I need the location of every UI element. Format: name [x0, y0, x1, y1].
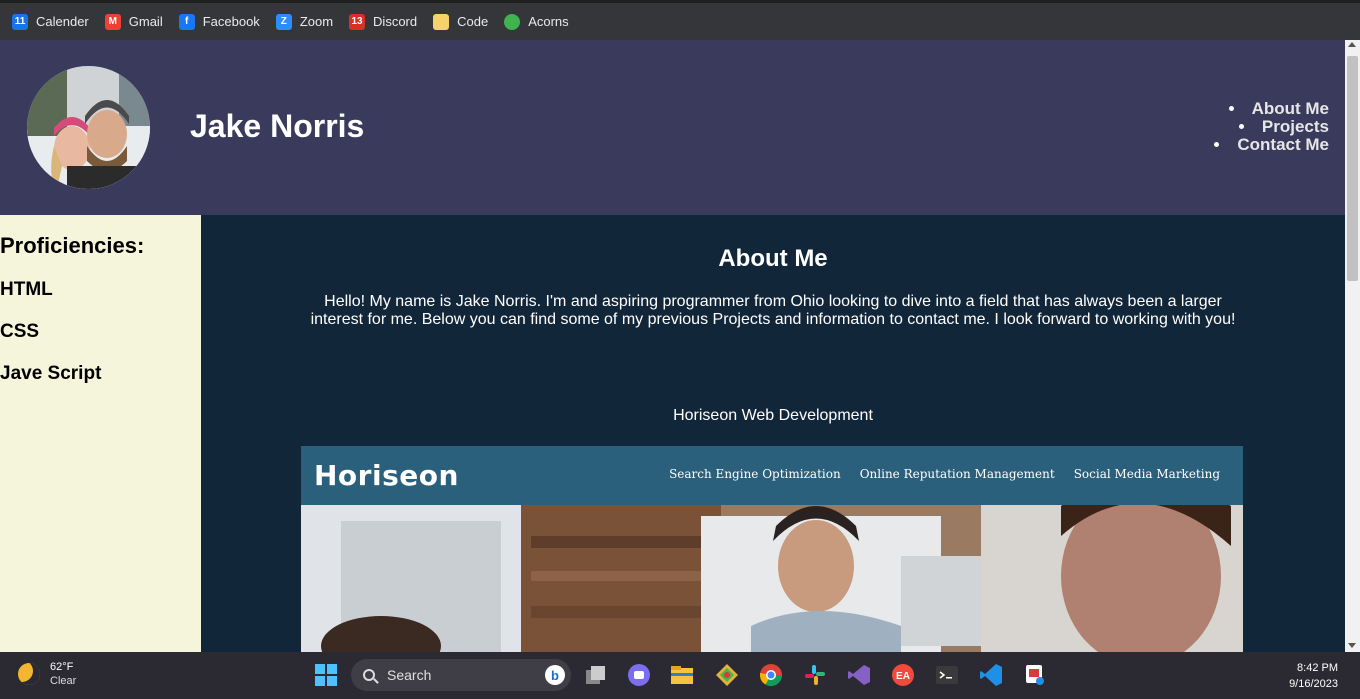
- project-screenshot-nav: Search Engine Optimization Online Reputa…: [669, 467, 1220, 481]
- bookmark-label: Facebook: [202, 14, 260, 29]
- horiseon-logo: Horiseon: [314, 459, 459, 492]
- sidebar-item-html: HTML: [0, 279, 53, 300]
- weather-widget[interactable]: 62°F Clear: [18, 660, 76, 688]
- bookmarks-bar: 11 Calender M Gmail f Facebook Z Zoom 13 Discord C…: [0, 0, 1360, 40]
- nav-link-projects[interactable]: Projects: [1262, 117, 1329, 136]
- windows-start-icon[interactable]: [314, 663, 338, 687]
- app-diamond-icon[interactable]: [715, 663, 739, 687]
- bookmark-discord[interactable]: 13 Discord: [349, 13, 418, 30]
- project-title: Horiseon Web Development: [673, 407, 873, 424]
- nav-item-about[interactable]: About Me: [1214, 100, 1329, 118]
- slack-icon[interactable]: [803, 663, 827, 687]
- nav-item-projects[interactable]: Projects: [1214, 118, 1329, 136]
- bookmark-calender[interactable]: 11 Calender: [12, 13, 89, 30]
- bookmark-code[interactable]: Code: [433, 13, 489, 30]
- search-icon: [363, 669, 375, 681]
- bookmark-acorns[interactable]: Acorns: [504, 13, 569, 30]
- scroll-down-icon[interactable]: [1348, 643, 1356, 648]
- bookmark-label: Code: [457, 14, 489, 29]
- bookmark-label: Acorns: [528, 14, 569, 29]
- page-viewport: Jake Norris About Me Projects Contact Me…: [0, 40, 1345, 652]
- taskbar-search[interactable]: Search b: [351, 659, 571, 691]
- zoom-icon: Z: [275, 13, 292, 30]
- screenshot-nav-orm: Online Reputation Management: [859, 467, 1055, 481]
- bookmark-label: Calender: [36, 14, 89, 29]
- taskbar: 62°F Clear Search b EA 8:42 PM 9/16/2023: [0, 652, 1360, 699]
- about-heading: About Me: [718, 245, 828, 272]
- facebook-icon: f: [178, 13, 195, 30]
- project-screenshot[interactable]: Horiseon Search Engine Optimization Onli…: [301, 446, 1243, 652]
- sidebar-item-css: CSS: [0, 321, 40, 342]
- screenshot-nav-seo: Search Engine Optimization: [669, 467, 841, 481]
- svg-text:EA: EA: [896, 671, 910, 682]
- nav-link-contact[interactable]: Contact Me: [1237, 135, 1329, 154]
- moon-icon: [18, 663, 40, 685]
- nav-link-about[interactable]: About Me: [1252, 99, 1329, 118]
- profile-photo: [27, 66, 150, 189]
- system-clock[interactable]: 8:42 PM 9/16/2023: [1289, 660, 1338, 692]
- weather-desc: Clear: [50, 675, 77, 687]
- visual-studio-icon[interactable]: [847, 663, 871, 687]
- nav-item-contact[interactable]: Contact Me: [1214, 136, 1329, 154]
- bookmark-facebook[interactable]: f Facebook: [178, 13, 260, 30]
- calendar-icon: 11: [12, 13, 28, 30]
- clock-date: 9/16/2023: [1289, 678, 1338, 690]
- bookmark-label: Discord: [373, 14, 418, 29]
- main-content: About Me Hello! My name is Jake Norris. …: [201, 215, 1345, 652]
- sidebar-title: Proficiencies:: [0, 233, 145, 258]
- project-screenshot-header: Horiseon Search Engine Optimization Onli…: [301, 446, 1243, 505]
- discord-icon: 13: [349, 13, 366, 30]
- bookmark-gmail[interactable]: M Gmail: [104, 13, 163, 30]
- snipping-tool-icon[interactable]: [1023, 663, 1047, 687]
- clock-time: 8:42 PM: [1297, 662, 1338, 674]
- weather-temp: 62°F: [50, 661, 74, 673]
- vertical-scrollbar[interactable]: [1345, 40, 1360, 652]
- scroll-up-icon[interactable]: [1348, 42, 1356, 47]
- folder-icon: [433, 13, 450, 30]
- file-explorer-icon[interactable]: [670, 663, 694, 687]
- site-header: Jake Norris About Me Projects Contact Me: [0, 40, 1345, 215]
- teams-chat-icon[interactable]: [627, 663, 651, 687]
- site-title: Jake Norris: [190, 108, 365, 144]
- terminal-icon[interactable]: [935, 663, 959, 687]
- bookmark-zoom[interactable]: Z Zoom: [275, 13, 334, 30]
- vscode-icon[interactable]: [979, 663, 1003, 687]
- sidebar-item-javascript: Jave Script: [0, 363, 102, 384]
- acorns-icon: [504, 13, 521, 30]
- gmail-icon: M: [104, 13, 121, 30]
- search-placeholder: Search: [387, 667, 432, 683]
- bookmark-label: Gmail: [128, 14, 163, 29]
- ea-app-icon[interactable]: EA: [891, 663, 915, 687]
- bing-icon[interactable]: b: [545, 665, 565, 685]
- proficiencies-sidebar: Proficiencies: HTML CSS Jave Script: [0, 215, 201, 652]
- about-text: Hello! My name is Jake Norris. I'm and a…: [310, 293, 1236, 328]
- scrollbar-thumb[interactable]: [1347, 56, 1358, 281]
- chrome-icon[interactable]: [759, 663, 783, 687]
- bookmark-label: Zoom: [299, 14, 334, 29]
- task-view-icon[interactable]: [583, 663, 607, 687]
- screenshot-nav-smm: Social Media Marketing: [1073, 467, 1220, 481]
